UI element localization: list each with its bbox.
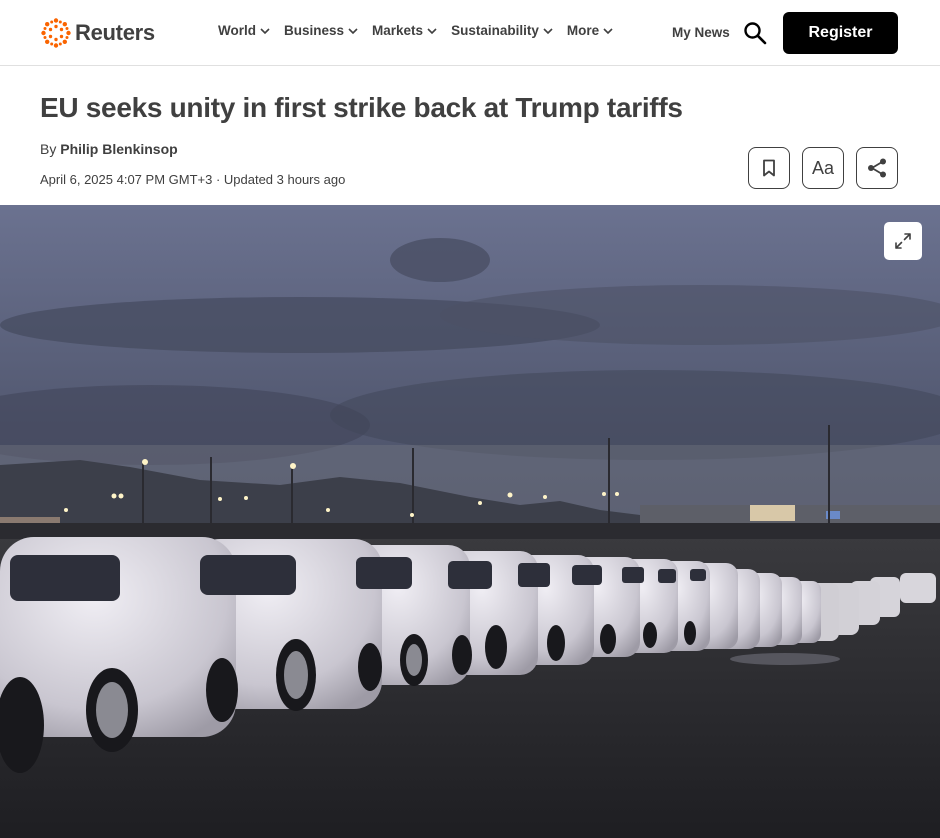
nav-label: Sustainability (451, 23, 539, 38)
brand-name: Reuters (75, 20, 155, 45)
chevron-down-icon (348, 27, 358, 34)
nav-item-business[interactable]: Business (284, 23, 358, 38)
nav-item-more[interactable]: More (567, 23, 613, 38)
bookmark-icon (763, 159, 775, 177)
nav-item-sustainability[interactable]: Sustainability (451, 23, 553, 38)
font-size-icon: Aa (811, 157, 835, 178)
font-size-button[interactable]: Aa (802, 147, 844, 189)
chevron-down-icon (260, 27, 270, 34)
share-button[interactable] (856, 147, 898, 189)
byline: By Philip Blenkinsop (40, 141, 178, 157)
reuters-logo[interactable]: Reuters (40, 16, 155, 50)
reuters-logo-icon (41, 18, 71, 48)
chevron-down-icon (543, 27, 553, 34)
chevron-down-icon (427, 27, 437, 34)
my-news-link[interactable]: My News (672, 25, 730, 40)
expand-photo-button[interactable] (884, 222, 922, 260)
expand-icon (895, 233, 911, 249)
nav-item-world[interactable]: World (218, 23, 270, 38)
nav-label: World (218, 23, 256, 38)
search-icon[interactable] (743, 21, 767, 45)
main-nav: World Business Markets Sustainability Mo… (218, 23, 627, 38)
nav-label: More (566, 23, 600, 38)
author-link[interactable]: Philip Blenkinsop (60, 141, 177, 157)
chevron-down-icon (603, 27, 613, 34)
photo-parked-cars (0, 205, 940, 838)
register-button[interactable]: Register (783, 12, 898, 54)
site-header: Reuters World Business Markets Sustainab… (0, 0, 940, 66)
share-icon (868, 158, 886, 178)
nav-label: Business (284, 23, 345, 38)
article-photo (0, 205, 940, 838)
nav-label: Markets (372, 23, 424, 38)
nav-item-markets[interactable]: Markets (372, 23, 437, 38)
article-dateline: April 6, 2025 4:07 PM GMT+3 · Updated 3 … (40, 172, 346, 187)
bookmark-button[interactable] (748, 147, 790, 189)
byline-prefix: By (40, 141, 57, 157)
article-headline: EU seeks unity in first strike back at T… (40, 92, 683, 123)
